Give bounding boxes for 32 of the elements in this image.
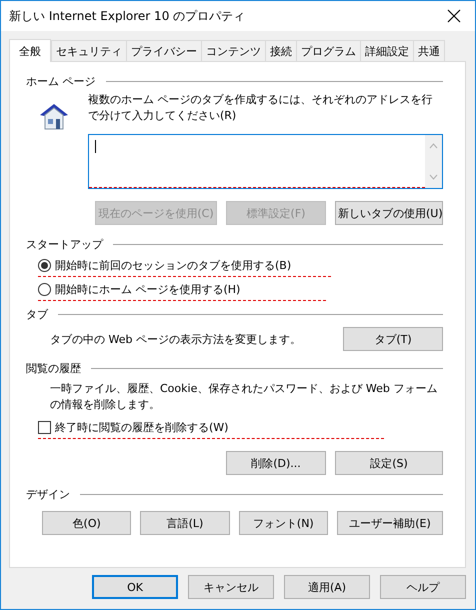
action-button[interactable]: 色(O)	[42, 511, 132, 535]
checkbox[interactable]	[38, 420, 51, 434]
description-text: タブの中の Web ページの表示方法を変更します。	[50, 332, 301, 346]
tab[interactable]: セキュリティ	[51, 40, 127, 61]
dialog-button[interactable]: OK	[92, 575, 178, 599]
action-button[interactable]: 削除(D)...	[226, 451, 326, 475]
section-heading: 閲覧の履歴	[26, 360, 81, 376]
dialog-button[interactable]: キャンセル	[188, 575, 274, 599]
dialog-button[interactable]: 適用(A)	[284, 575, 370, 599]
tab[interactable]: 共通	[413, 40, 445, 61]
section-heading: デザイン	[26, 486, 70, 502]
radio-button[interactable]	[38, 258, 51, 272]
action-button[interactable]: ユーザー補助(E)	[336, 511, 443, 535]
tab[interactable]: 全般	[9, 39, 51, 62]
section-heading: タブ	[26, 306, 48, 322]
house-icon	[38, 102, 70, 130]
radio-button[interactable]	[38, 282, 51, 296]
action-button[interactable]: 設定(S)	[335, 451, 443, 475]
close-icon[interactable]	[447, 9, 461, 23]
dialog-button[interactable]: ヘルプ	[380, 575, 466, 599]
radio-option[interactable]: 開始時にホーム ページを使用する(H)	[38, 281, 443, 297]
instruction-text: 複数のホーム ページのタブを作成するには、それぞれのアドレスを行で分けて入力してください(R)	[88, 92, 434, 124]
section-heading: ホーム ページ	[26, 74, 96, 88]
tabs-button[interactable]: タブ(T)	[343, 327, 443, 351]
checkbox-option[interactable]: 終了時に閲覧の履歴を削除する(W)	[38, 419, 443, 435]
action-button[interactable]: 言語(L)	[140, 511, 230, 535]
radio-option[interactable]: 開始時に前回のセッションのタブを使用する(B)	[38, 257, 443, 273]
window-title: 新しい Internet Explorer 10 のプロパティ	[9, 8, 246, 24]
section-heading: スタートアップ	[26, 236, 103, 252]
action-button[interactable]: 新しいタブの使用(U)	[335, 201, 443, 225]
description-text: 一時ファイル、履歴、Cookie、保存されたパスワード、および Web フォームの情報を削除します。	[50, 381, 438, 413]
action-button[interactable]: フォント(N)	[238, 511, 328, 535]
